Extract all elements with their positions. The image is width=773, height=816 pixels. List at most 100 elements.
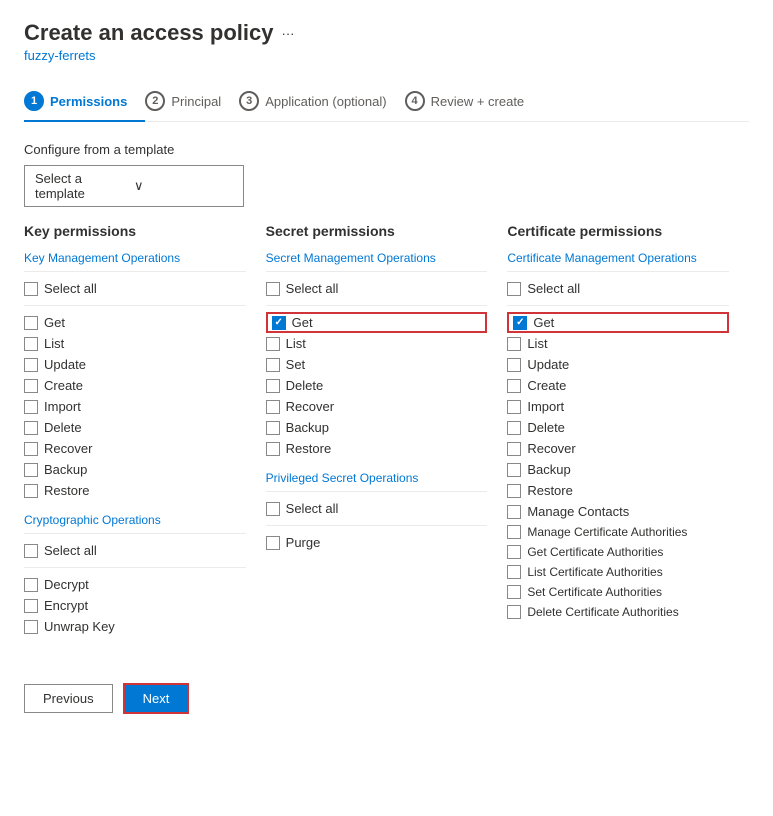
secret-recover-checkbox[interactable] bbox=[266, 400, 280, 414]
cert-get-label: Get bbox=[533, 315, 554, 330]
key-update-label: Update bbox=[44, 357, 86, 372]
key-get[interactable]: Get bbox=[24, 312, 246, 333]
secret-restore-checkbox[interactable] bbox=[266, 442, 280, 456]
step-review-create[interactable]: 4 Review + create bbox=[405, 81, 543, 121]
secret-priv-select-all[interactable]: Select all bbox=[266, 498, 488, 519]
secret-get[interactable]: Get bbox=[266, 312, 488, 333]
key-create[interactable]: Create bbox=[24, 375, 246, 396]
secret-set-checkbox[interactable] bbox=[266, 358, 280, 372]
step-label-3: Application (optional) bbox=[265, 94, 386, 109]
key-unwrapkey-checkbox[interactable] bbox=[24, 620, 38, 634]
cert-backup[interactable]: Backup bbox=[507, 459, 729, 480]
key-crypto-select-all-checkbox[interactable] bbox=[24, 544, 38, 558]
secret-select-all[interactable]: Select all bbox=[266, 278, 488, 299]
key-select-all[interactable]: Select all bbox=[24, 278, 246, 299]
step-permissions[interactable]: 1 Permissions bbox=[24, 81, 145, 121]
secret-delete[interactable]: Delete bbox=[266, 375, 488, 396]
cert-restore[interactable]: Restore bbox=[507, 480, 729, 501]
cert-update-checkbox[interactable] bbox=[507, 358, 521, 372]
key-import[interactable]: Import bbox=[24, 396, 246, 417]
cert-create-checkbox[interactable] bbox=[507, 379, 521, 393]
secret-list-checkbox[interactable] bbox=[266, 337, 280, 351]
cert-select-all-checkbox[interactable] bbox=[507, 282, 521, 296]
key-delete-checkbox[interactable] bbox=[24, 421, 38, 435]
cert-list-cas-checkbox[interactable] bbox=[507, 565, 521, 579]
key-recover-checkbox[interactable] bbox=[24, 442, 38, 456]
secret-purge-checkbox[interactable] bbox=[266, 536, 280, 550]
key-update-checkbox[interactable] bbox=[24, 358, 38, 372]
cert-delete-cas-label: Delete Certificate Authorities bbox=[527, 605, 678, 619]
next-button[interactable]: Next bbox=[123, 683, 190, 714]
cert-recover[interactable]: Recover bbox=[507, 438, 729, 459]
secret-purge[interactable]: Purge bbox=[266, 532, 488, 553]
secret-recover[interactable]: Recover bbox=[266, 396, 488, 417]
key-create-checkbox[interactable] bbox=[24, 379, 38, 393]
cert-restore-checkbox[interactable] bbox=[507, 484, 521, 498]
cert-import[interactable]: Import bbox=[507, 396, 729, 417]
key-unwrapkey[interactable]: Unwrap Key bbox=[24, 616, 246, 637]
cert-set-cas-checkbox[interactable] bbox=[507, 585, 521, 599]
cert-delete-cas[interactable]: Delete Certificate Authorities bbox=[507, 602, 729, 622]
cert-manage-contacts-checkbox[interactable] bbox=[507, 505, 521, 519]
cert-manage-contacts[interactable]: Manage Contacts bbox=[507, 501, 729, 522]
secret-restore[interactable]: Restore bbox=[266, 438, 488, 459]
step-application[interactable]: 3 Application (optional) bbox=[239, 81, 404, 121]
key-create-label: Create bbox=[44, 378, 83, 393]
key-restore-checkbox[interactable] bbox=[24, 484, 38, 498]
key-restore[interactable]: Restore bbox=[24, 480, 246, 501]
cert-update[interactable]: Update bbox=[507, 354, 729, 375]
cert-delete[interactable]: Delete bbox=[507, 417, 729, 438]
key-delete[interactable]: Delete bbox=[24, 417, 246, 438]
cert-list-checkbox[interactable] bbox=[507, 337, 521, 351]
key-mgmt-ops-title: Key Management Operations bbox=[24, 251, 246, 265]
key-backup[interactable]: Backup bbox=[24, 459, 246, 480]
key-recover[interactable]: Recover bbox=[24, 438, 246, 459]
cert-delete-checkbox[interactable] bbox=[507, 421, 521, 435]
cert-list[interactable]: List bbox=[507, 333, 729, 354]
cert-manage-cas[interactable]: Manage Certificate Authorities bbox=[507, 522, 729, 542]
secret-get-checkbox[interactable] bbox=[272, 316, 286, 330]
cert-get-checkbox[interactable] bbox=[513, 316, 527, 330]
key-update[interactable]: Update bbox=[24, 354, 246, 375]
cert-get-cas[interactable]: Get Certificate Authorities bbox=[507, 542, 729, 562]
key-list[interactable]: List bbox=[24, 333, 246, 354]
key-decrypt[interactable]: Decrypt bbox=[24, 574, 246, 595]
key-encrypt-checkbox[interactable] bbox=[24, 599, 38, 613]
breadcrumb[interactable]: fuzzy-ferrets bbox=[24, 48, 749, 63]
cert-get[interactable]: Get bbox=[507, 312, 729, 333]
cert-create[interactable]: Create bbox=[507, 375, 729, 396]
cert-manage-cas-checkbox[interactable] bbox=[507, 525, 521, 539]
cert-delete-label: Delete bbox=[527, 420, 565, 435]
secret-delete-checkbox[interactable] bbox=[266, 379, 280, 393]
secret-backup[interactable]: Backup bbox=[266, 417, 488, 438]
secret-select-all-checkbox[interactable] bbox=[266, 282, 280, 296]
key-list-checkbox[interactable] bbox=[24, 337, 38, 351]
cert-set-cas[interactable]: Set Certificate Authorities bbox=[507, 582, 729, 602]
key-encrypt[interactable]: Encrypt bbox=[24, 595, 246, 616]
step-principal[interactable]: 2 Principal bbox=[145, 81, 239, 121]
permissions-grid: Key permissions Key Management Operation… bbox=[24, 223, 749, 637]
secret-list[interactable]: List bbox=[266, 333, 488, 354]
cert-delete-cas-checkbox[interactable] bbox=[507, 605, 521, 619]
cert-get-cas-checkbox[interactable] bbox=[507, 545, 521, 559]
cert-mgmt-ops-title: Certificate Management Operations bbox=[507, 251, 729, 265]
secret-set[interactable]: Set bbox=[266, 354, 488, 375]
cert-backup-checkbox[interactable] bbox=[507, 463, 521, 477]
key-select-all-checkbox[interactable] bbox=[24, 282, 38, 296]
template-select[interactable]: Select a template ∨ bbox=[24, 165, 244, 207]
cert-recover-checkbox[interactable] bbox=[507, 442, 521, 456]
cert-import-checkbox[interactable] bbox=[507, 400, 521, 414]
cert-list-cas[interactable]: List Certificate Authorities bbox=[507, 562, 729, 582]
key-get-checkbox[interactable] bbox=[24, 316, 38, 330]
key-crypto-select-all[interactable]: Select all bbox=[24, 540, 246, 561]
key-backup-checkbox[interactable] bbox=[24, 463, 38, 477]
key-import-checkbox[interactable] bbox=[24, 400, 38, 414]
secret-priv-select-all-checkbox[interactable] bbox=[266, 502, 280, 516]
previous-button[interactable]: Previous bbox=[24, 684, 113, 713]
secret-backup-checkbox[interactable] bbox=[266, 421, 280, 435]
cert-select-all[interactable]: Select all bbox=[507, 278, 729, 299]
key-decrypt-checkbox[interactable] bbox=[24, 578, 38, 592]
cert-backup-label: Backup bbox=[527, 462, 570, 477]
secret-permissions-title: Secret permissions bbox=[266, 223, 488, 239]
ellipsis-menu[interactable]: ··· bbox=[281, 26, 294, 41]
